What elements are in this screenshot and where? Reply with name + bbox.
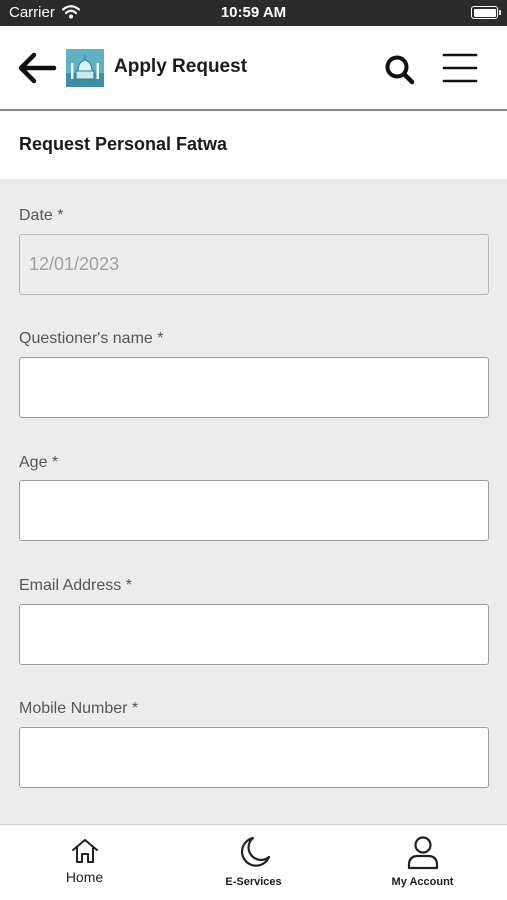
bottom-tab-bar: Home E-Services My Account [0,824,507,900]
tab-e-services[interactable]: E-Services [169,825,338,900]
status-bar: Carrier 10:59 AM [0,0,507,26]
hamburger-menu-icon[interactable] [441,51,479,85]
crescent-moon-icon [240,836,270,867]
date-field: 12/01/2023 [19,234,489,295]
tab-home[interactable]: Home [0,825,169,900]
back-arrow-icon[interactable] [16,50,58,86]
tab-my-account[interactable]: My Account [338,825,507,900]
tab-my-account-label: My Account [391,876,454,888]
email-label: Email Address * [19,577,132,594]
age-field[interactable] [19,480,489,541]
section-title: Request Personal Fatwa [19,134,228,154]
questioner-name-field[interactable] [19,357,489,418]
app-logo [66,49,104,87]
clock: 10:59 AM [220,4,287,21]
section-header: Request Personal Fatwa [0,111,507,179]
header-bar: Apply Request [0,26,507,111]
search-icon[interactable] [384,54,416,86]
email-field[interactable] [19,604,489,665]
mobile-number-label: Mobile Number * [19,700,139,717]
page-title: Apply Request [114,56,248,77]
mobile-number-field[interactable] [19,727,489,788]
battery-icon [471,6,501,19]
questioner-name-label: Questioner's name * [19,330,164,347]
tab-e-services-label: E-Services [225,876,282,888]
home-icon [71,839,98,863]
tab-home-label: Home [65,869,104,885]
age-label: Age * [19,454,59,471]
date-label: Date * [19,207,64,224]
user-icon [407,836,438,870]
